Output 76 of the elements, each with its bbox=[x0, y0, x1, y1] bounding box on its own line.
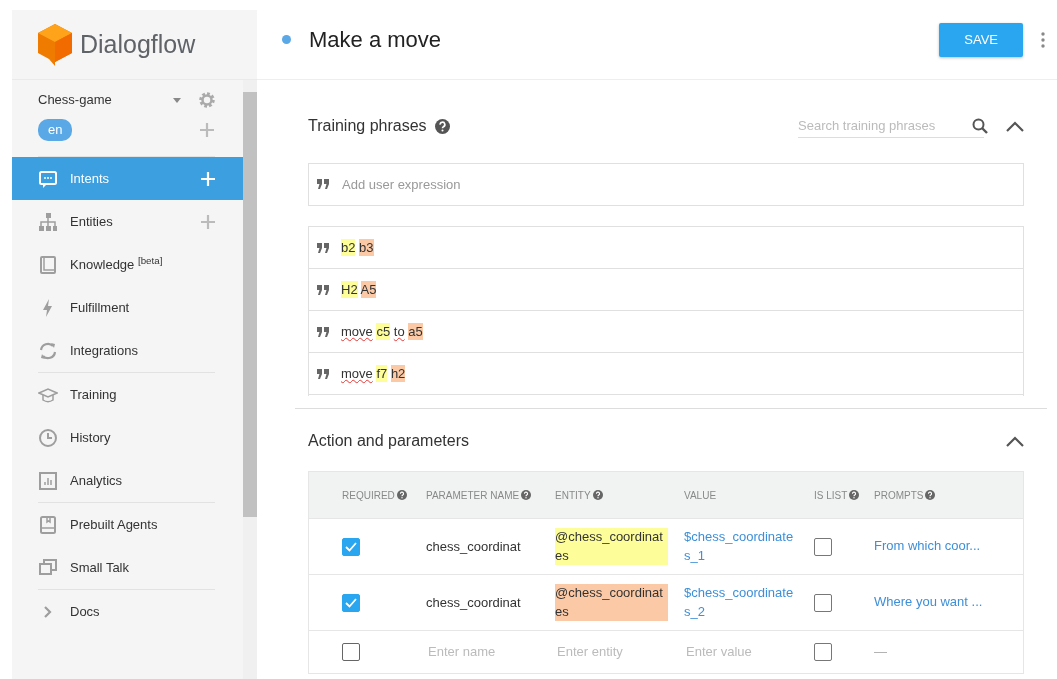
parameter-name[interactable]: chess_coordinat bbox=[426, 592, 555, 613]
column-header: PARAMETER NAME bbox=[426, 488, 520, 503]
help-icon bbox=[434, 118, 450, 134]
sidebar-item[interactable]: History bbox=[12, 416, 243, 459]
bookmark-book-icon bbox=[38, 514, 58, 535]
parameter-value[interactable]: $chess_coordinates_1 bbox=[684, 527, 798, 566]
sidebar-item[interactable]: Entities bbox=[12, 200, 243, 243]
scrollbar-thumb[interactable] bbox=[243, 92, 257, 517]
collapse-chevron-icon bbox=[1006, 435, 1024, 447]
agent-name[interactable]: Chess-game bbox=[38, 90, 173, 110]
hierarchy-icon bbox=[38, 211, 58, 232]
quote-icon bbox=[317, 368, 329, 379]
checkbox[interactable] bbox=[342, 537, 360, 556]
column-header: REQUIRED bbox=[342, 488, 395, 503]
section-title: Training phrases bbox=[308, 116, 427, 136]
add-icon[interactable] bbox=[201, 214, 215, 229]
entity-name[interactable]: @chess_coordinates bbox=[555, 527, 668, 566]
column-header: ENTITY bbox=[555, 488, 591, 503]
quote-icon bbox=[317, 242, 329, 253]
sidebar-item[interactable]: Analytics bbox=[12, 459, 243, 502]
quote-icon bbox=[317, 179, 329, 189]
sidebar-item[interactable]: Docs bbox=[12, 590, 243, 633]
sidebar-item[interactable]: Prebuilt Agents bbox=[12, 503, 243, 546]
sidebar-item[interactable]: Fulfillment bbox=[12, 286, 243, 329]
clock-icon bbox=[38, 427, 58, 448]
column-header: IS LIST bbox=[814, 488, 848, 503]
help-icon bbox=[396, 490, 407, 500]
value-field[interactable]: Enter value bbox=[684, 641, 794, 663]
training-phrase[interactable]: move f7 h2 bbox=[341, 363, 406, 384]
bar-chart-icon bbox=[38, 470, 58, 491]
entity-name[interactable]: @chess_coordinates bbox=[555, 583, 668, 622]
scrollbar[interactable] bbox=[243, 80, 257, 679]
name-field[interactable]: Enter name bbox=[426, 641, 536, 663]
book-icon bbox=[38, 254, 58, 275]
cube-logo-icon bbox=[38, 23, 72, 66]
quote-icon bbox=[317, 326, 329, 337]
checkbox[interactable] bbox=[814, 537, 832, 556]
checkbox[interactable] bbox=[814, 643, 832, 661]
add-language-icon[interactable] bbox=[200, 123, 214, 137]
checkbox[interactable] bbox=[814, 593, 832, 612]
prompts-link[interactable]: From which coor... bbox=[874, 537, 1014, 556]
chat-bubble-icon bbox=[38, 168, 58, 189]
column-header: PROMPTS bbox=[874, 488, 924, 503]
empty-prompt-dash: — bbox=[874, 643, 888, 662]
intent-title: Make a move bbox=[309, 26, 443, 54]
dropdown-caret-icon bbox=[173, 97, 181, 103]
help-icon bbox=[925, 490, 936, 500]
parameter-name[interactable]: chess_coordinat bbox=[426, 536, 555, 557]
sidebar-item[interactable]: Integrations bbox=[12, 329, 243, 372]
column-header: VALUE bbox=[684, 488, 717, 503]
collapse-chevron-icon bbox=[1006, 120, 1024, 132]
help-icon bbox=[592, 490, 603, 500]
training-phrase[interactable]: move c5 to a5 bbox=[341, 321, 423, 342]
entity-field[interactable]: Enter entity bbox=[555, 641, 665, 663]
status-dot bbox=[282, 35, 291, 44]
help-icon bbox=[849, 490, 860, 500]
checkbox[interactable] bbox=[342, 593, 360, 612]
sync-icon bbox=[38, 340, 58, 361]
parameter-value[interactable]: $chess_coordinates_2 bbox=[684, 583, 798, 622]
settings-icon[interactable] bbox=[197, 90, 217, 110]
training-phrase[interactable]: b2 b3 bbox=[341, 237, 374, 258]
prompts-link[interactable]: Where you want ... bbox=[874, 593, 1014, 612]
more-menu-icon bbox=[1041, 31, 1045, 48]
sidebar-item[interactable]: Small Talk bbox=[12, 546, 243, 589]
help-icon bbox=[521, 490, 532, 500]
expression-field[interactable]: Add user expression bbox=[308, 163, 1024, 206]
search-icon bbox=[972, 118, 988, 134]
search-field[interactable]: Search training phrases bbox=[798, 113, 984, 139]
section-title: Action and parameters bbox=[308, 431, 469, 451]
sidebar-item[interactable]: Knowledge $^{[beta]}$ bbox=[12, 243, 243, 286]
sidebar-item[interactable]: Training bbox=[12, 373, 243, 416]
training-phrase[interactable]: H2 A5 bbox=[341, 279, 377, 300]
logo-text: Dialogflow bbox=[80, 28, 196, 60]
checkbox[interactable] bbox=[342, 643, 360, 661]
chat-windows-icon bbox=[38, 557, 58, 578]
quote-icon bbox=[317, 284, 329, 295]
